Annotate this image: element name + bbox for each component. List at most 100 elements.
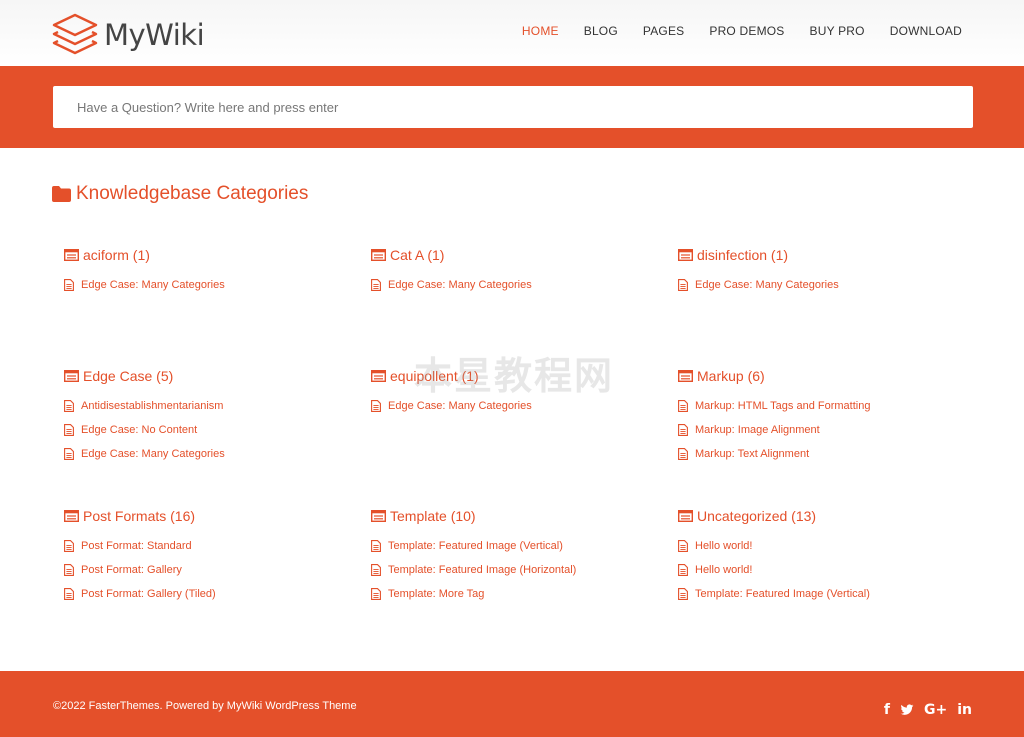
category-heading[interactable]: Cat A (1) bbox=[371, 245, 671, 265]
social-links: f G+ in bbox=[874, 702, 972, 718]
nav-home[interactable]: HOME bbox=[522, 24, 559, 38]
post-link[interactable]: Edge Case: Many Categories bbox=[388, 279, 532, 291]
nav-pro-demos[interactable]: PRO DEMOS bbox=[709, 24, 784, 38]
list-icon bbox=[371, 249, 386, 261]
nav-pages[interactable]: PAGES bbox=[643, 24, 684, 38]
category-block: aciform (1) Edge Case: Many Categories bbox=[64, 245, 364, 297]
nav-blog[interactable]: BLOG bbox=[584, 24, 618, 38]
post-link[interactable]: Edge Case: Many Categories bbox=[695, 279, 839, 291]
category-block: Uncategorized (13) Hello world! Hello wo… bbox=[678, 506, 978, 606]
list-item: Post Format: Gallery (Tiled) bbox=[64, 582, 364, 606]
list-item: Template: More Tag bbox=[371, 582, 671, 606]
document-icon bbox=[371, 540, 381, 552]
post-link[interactable]: Post Format: Gallery (Tiled) bbox=[81, 588, 216, 600]
post-link[interactable]: Markup: Text Alignment bbox=[695, 448, 809, 460]
post-list: Edge Case: Many Categories bbox=[371, 273, 671, 297]
category-heading[interactable]: Uncategorized (13) bbox=[678, 506, 978, 526]
list-icon bbox=[371, 510, 386, 522]
category-block: equipollent (1) Edge Case: Many Categori… bbox=[371, 366, 671, 418]
nav-buy-pro[interactable]: BUY PRO bbox=[810, 24, 865, 38]
category-block: Cat A (1) Edge Case: Many Categories bbox=[371, 245, 671, 297]
document-icon bbox=[678, 564, 688, 576]
post-link[interactable]: Edge Case: No Content bbox=[81, 424, 197, 436]
post-link[interactable]: Hello world! bbox=[695, 564, 752, 576]
post-link[interactable]: Template: Featured Image (Vertical) bbox=[695, 588, 870, 600]
category-block: disinfection (1) Edge Case: Many Categor… bbox=[678, 245, 978, 297]
site-footer: ©2022 FasterThemes. Powered by MyWiki Wo… bbox=[0, 671, 1024, 737]
document-icon bbox=[371, 564, 381, 576]
document-icon bbox=[371, 279, 381, 291]
post-link[interactable]: Edge Case: Many Categories bbox=[81, 279, 225, 291]
category-heading[interactable]: Post Formats (16) bbox=[64, 506, 364, 526]
category-heading[interactable]: equipollent (1) bbox=[371, 366, 671, 386]
copyright-text: ©2022 FasterThemes. Powered by MyWiki Wo… bbox=[53, 700, 357, 712]
site-logo[interactable]: MyWiki bbox=[52, 13, 205, 57]
category-heading[interactable]: Markup (6) bbox=[678, 366, 978, 386]
list-item: Post Format: Standard bbox=[64, 534, 364, 558]
post-link[interactable]: Template: Featured Image (Vertical) bbox=[388, 540, 563, 552]
post-list: Edge Case: Many Categories bbox=[678, 273, 978, 297]
google-plus-icon[interactable]: G+ bbox=[924, 702, 947, 718]
category-title: Uncategorized (13) bbox=[697, 508, 817, 524]
category-block: Edge Case (5) Antidisestablishmentariani… bbox=[64, 366, 364, 466]
linkedin-icon[interactable]: in bbox=[957, 702, 972, 718]
list-item: Markup: Text Alignment bbox=[678, 442, 978, 466]
post-link[interactable]: Template: More Tag bbox=[388, 588, 484, 600]
nav-download[interactable]: DOWNLOAD bbox=[890, 24, 962, 38]
page-title: Knowledgebase Categories bbox=[76, 183, 309, 204]
list-icon bbox=[64, 249, 79, 261]
main-nav: HOME BLOG PAGES PRO DEMOS BUY PRO DOWNLO… bbox=[497, 24, 962, 38]
category-heading[interactable]: Template (10) bbox=[371, 506, 671, 526]
list-item: Markup: Image Alignment bbox=[678, 418, 978, 442]
post-list: Markup: HTML Tags and Formatting Markup:… bbox=[678, 394, 978, 466]
post-link[interactable]: Template: Featured Image (Horizontal) bbox=[388, 564, 576, 576]
list-item: Hello world! bbox=[678, 558, 978, 582]
section-heading: Knowledgebase Categories bbox=[52, 183, 308, 205]
post-link[interactable]: Post Format: Standard bbox=[81, 540, 192, 552]
list-icon bbox=[64, 370, 79, 382]
list-item: Edge Case: Many Categories bbox=[64, 273, 364, 297]
document-icon bbox=[64, 448, 74, 460]
post-link[interactable]: Antidisestablishmentarianism bbox=[81, 400, 223, 412]
category-heading[interactable]: Edge Case (5) bbox=[64, 366, 364, 386]
post-link[interactable]: Post Format: Gallery bbox=[81, 564, 182, 576]
list-item: Template: Featured Image (Vertical) bbox=[371, 534, 671, 558]
category-title: aciform (1) bbox=[83, 247, 150, 263]
facebook-icon[interactable]: f bbox=[884, 702, 890, 718]
category-title: Post Formats (16) bbox=[83, 508, 196, 524]
list-item: Markup: HTML Tags and Formatting bbox=[678, 394, 978, 418]
post-list: Antidisestablishmentarianism Edge Case: … bbox=[64, 394, 364, 466]
search-input[interactable] bbox=[53, 86, 973, 128]
document-icon bbox=[64, 588, 74, 600]
document-icon bbox=[678, 588, 688, 600]
category-heading[interactable]: disinfection (1) bbox=[678, 245, 978, 265]
list-item: Edge Case: Many Categories bbox=[64, 442, 364, 466]
list-icon bbox=[678, 249, 693, 261]
document-icon bbox=[64, 400, 74, 412]
document-icon bbox=[64, 424, 74, 436]
search-banner bbox=[0, 66, 1024, 148]
category-title: Edge Case (5) bbox=[83, 368, 174, 384]
post-link[interactable]: Hello world! bbox=[695, 540, 752, 552]
list-item: Edge Case: Many Categories bbox=[371, 394, 671, 418]
category-title: disinfection (1) bbox=[697, 247, 789, 263]
category-heading[interactable]: aciform (1) bbox=[64, 245, 364, 265]
post-link[interactable]: Markup: Image Alignment bbox=[695, 424, 820, 436]
list-item: Template: Featured Image (Horizontal) bbox=[371, 558, 671, 582]
document-icon bbox=[678, 448, 688, 460]
document-icon bbox=[371, 588, 381, 600]
list-icon bbox=[64, 510, 79, 522]
document-icon bbox=[678, 424, 688, 436]
post-list: Edge Case: Many Categories bbox=[371, 394, 671, 418]
post-link[interactable]: Markup: HTML Tags and Formatting bbox=[695, 400, 870, 412]
folder-icon bbox=[52, 186, 71, 202]
category-block: Markup (6) Markup: HTML Tags and Formatt… bbox=[678, 366, 978, 466]
post-link[interactable]: Edge Case: Many Categories bbox=[388, 400, 532, 412]
list-item: Edge Case: No Content bbox=[64, 418, 364, 442]
document-icon bbox=[64, 564, 74, 576]
post-link[interactable]: Edge Case: Many Categories bbox=[81, 448, 225, 460]
category-title: Markup (6) bbox=[697, 368, 765, 384]
site-title: MyWiki bbox=[104, 18, 205, 52]
twitter-icon[interactable] bbox=[900, 703, 914, 717]
category-block: Template (10) Template: Featured Image (… bbox=[371, 506, 671, 606]
